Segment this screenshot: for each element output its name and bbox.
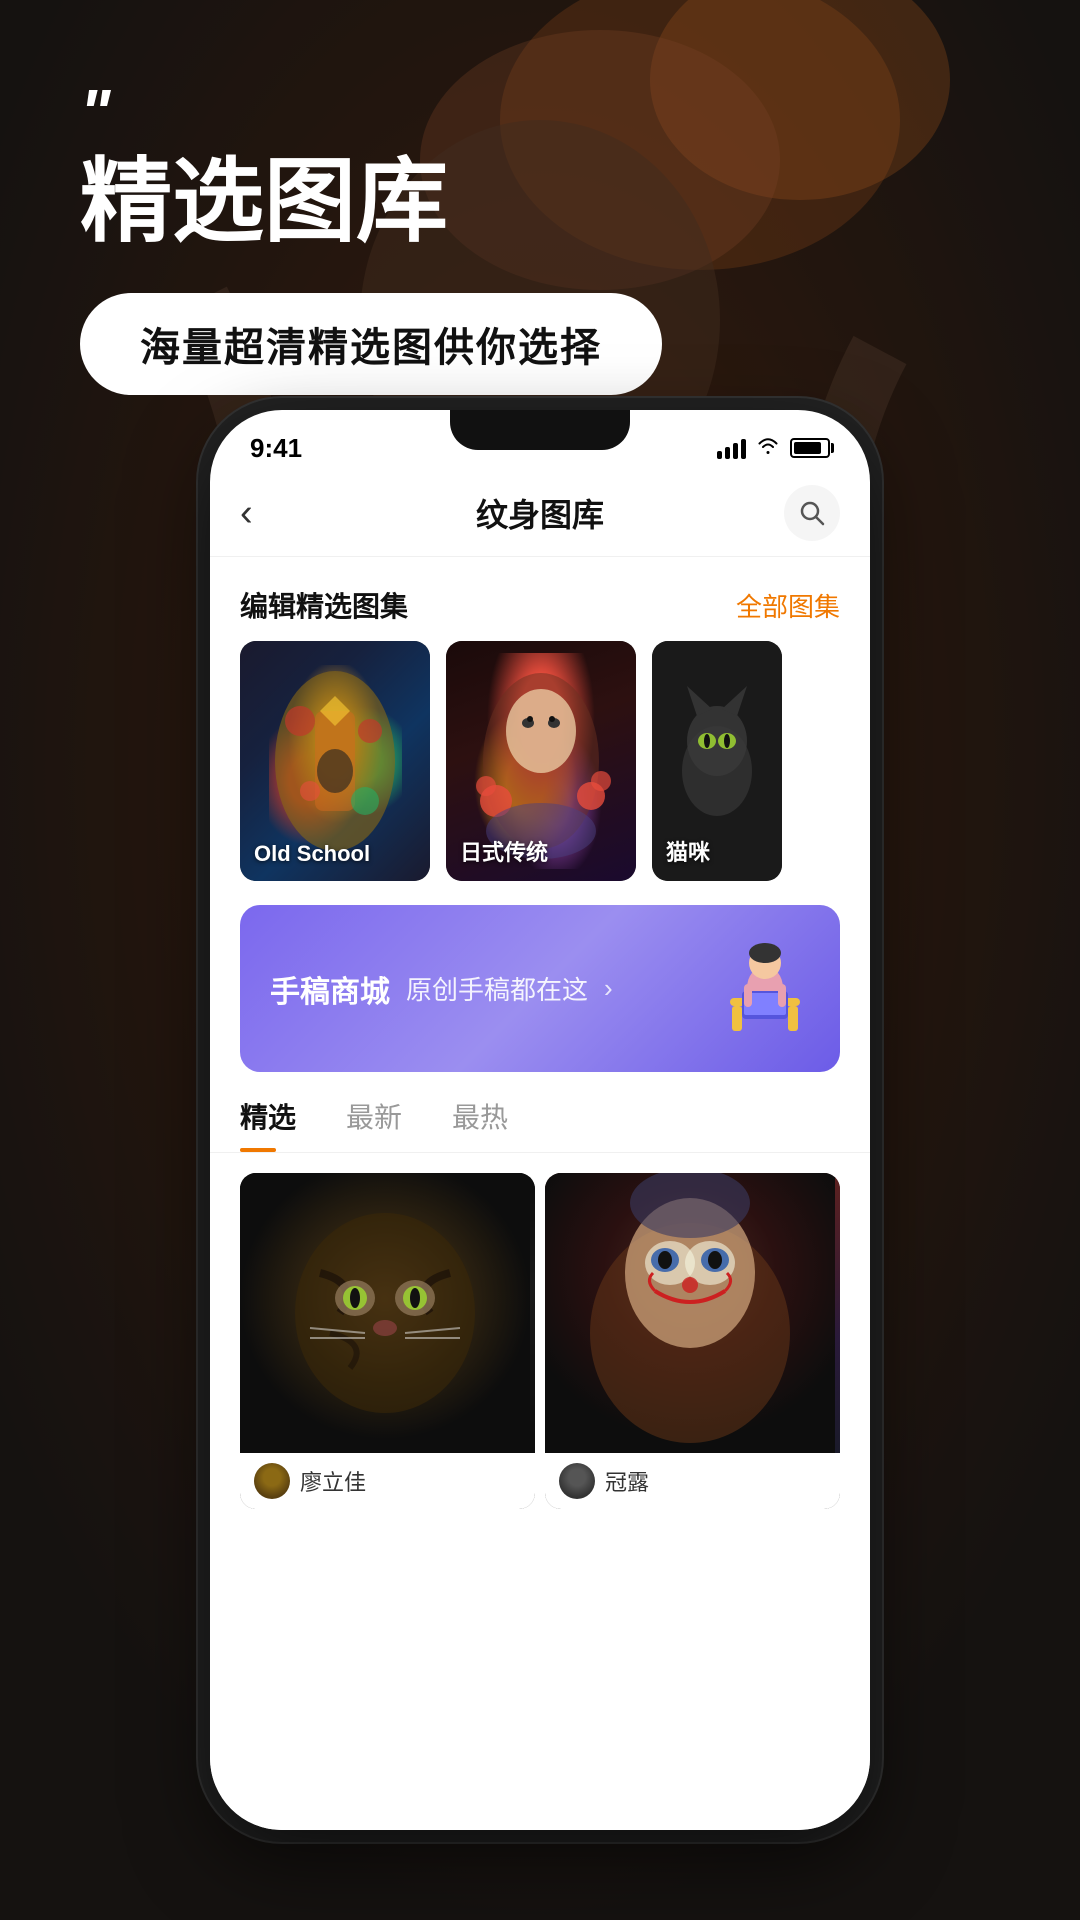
signal-bar-1 xyxy=(717,451,722,459)
battery-fill xyxy=(794,442,821,454)
phone-mockup: 9:41 ‹ 纹身图库 xyxy=(210,410,870,1830)
japanese-label: 日式传统 xyxy=(460,835,548,867)
editor-section-title: 编辑精选图集 xyxy=(240,585,408,625)
banner-subtitle: 原创手稿都在这 xyxy=(406,970,588,1007)
banner-arrow: › xyxy=(604,973,613,1004)
search-button[interactable] xyxy=(784,485,840,541)
hero-subtitle: 海量超清精选图供你选择 xyxy=(80,293,662,395)
joker-user-name: 冠露 xyxy=(605,1465,649,1497)
tabs-row: 精选 最新 最热 xyxy=(210,1096,870,1153)
banner-text-group: 手稿商城 原创手稿都在这 › xyxy=(270,967,613,1011)
tiger-tattoo-image xyxy=(240,1173,535,1453)
tiger-user-name: 廖立佳 xyxy=(300,1465,366,1497)
tab-latest[interactable]: 最新 xyxy=(346,1096,402,1152)
signal-icon xyxy=(717,437,746,459)
battery-icon xyxy=(790,438,830,458)
signal-bar-4 xyxy=(741,439,746,459)
signal-bar-2 xyxy=(725,447,730,459)
joker-user-info: 冠露 xyxy=(545,1453,840,1509)
editor-section-header: 编辑精选图集 全部图集 xyxy=(210,557,870,641)
phone-notch xyxy=(450,410,630,450)
grid-item-tiger[interactable]: 廖立佳 xyxy=(240,1173,535,1509)
nav-bar: ‹ 纹身图库 xyxy=(210,470,870,557)
wifi-icon xyxy=(756,435,780,461)
status-icons xyxy=(717,435,830,461)
nav-title: 纹身图库 xyxy=(476,490,604,536)
phone-content: 编辑精选图集 全部图集 xyxy=(210,557,870,1830)
cat-label: 猫咪 xyxy=(666,835,710,867)
tiger-user-info: 廖立佳 xyxy=(240,1453,535,1509)
avatar-image-2 xyxy=(559,1463,595,1499)
hero-section: " 精选图库 海量超清精选图供你选择 xyxy=(0,0,1080,430)
old-school-label: Old School xyxy=(254,841,370,867)
banner[interactable]: 手稿商城 原创手稿都在这 › xyxy=(240,905,840,1072)
tab-hottest[interactable]: 最热 xyxy=(452,1096,508,1152)
back-button[interactable]: ‹ xyxy=(240,494,253,532)
joker-user-avatar xyxy=(559,1463,595,1499)
grid-item-joker[interactable]: 冠露 xyxy=(545,1173,840,1509)
banner-illustration xyxy=(720,933,810,1044)
joker-tattoo-image xyxy=(545,1173,840,1453)
banner-title: 手稿商城 xyxy=(270,967,390,1011)
quote-marks: " xyxy=(80,80,110,144)
signal-bar-3 xyxy=(733,443,738,459)
gallery-item-old-school[interactable]: Old School xyxy=(240,641,430,881)
main-title: 精选图库 xyxy=(80,152,448,253)
tab-featured[interactable]: 精选 xyxy=(240,1096,296,1152)
status-time: 9:41 xyxy=(250,433,302,464)
avatar-image-1 xyxy=(254,1463,290,1499)
gallery-item-japanese[interactable]: 日式传统 xyxy=(446,641,636,881)
gallery-scroll: Old School xyxy=(210,641,870,881)
all-galleries-link[interactable]: 全部图集 xyxy=(736,587,840,624)
tiger-user-avatar xyxy=(254,1463,290,1499)
image-grid: 廖立佳 xyxy=(210,1173,870,1509)
gallery-item-cat[interactable]: 猫咪 xyxy=(652,641,782,881)
search-icon xyxy=(799,500,825,526)
